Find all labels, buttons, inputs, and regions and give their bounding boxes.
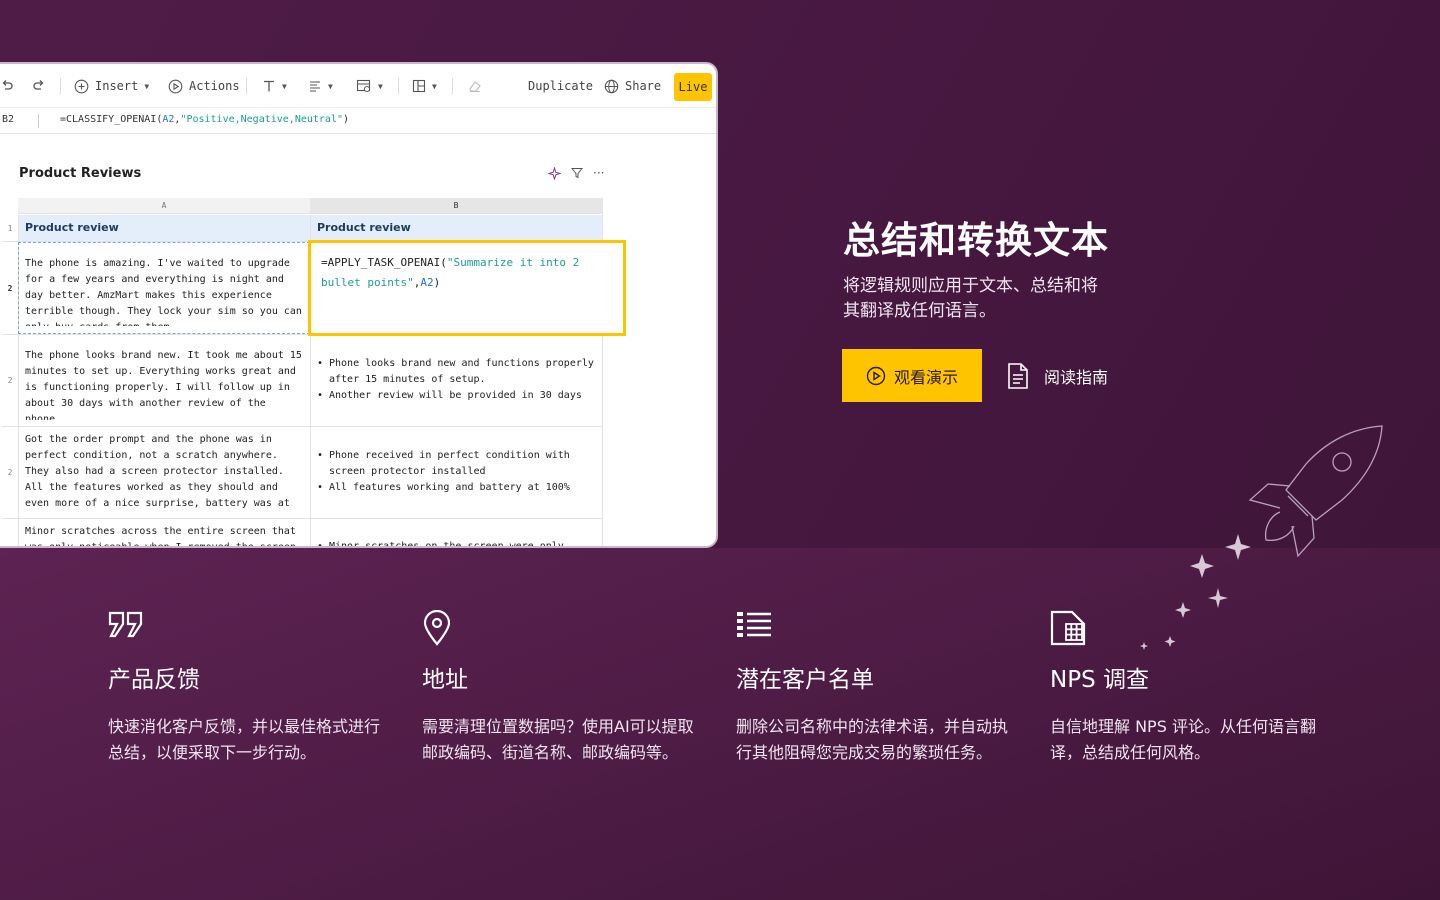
summary-list: Phone received in perfect condition with…: [317, 448, 595, 496]
feature-text: 快速消化客户反馈，并以最佳格式进行总结，以便采取下一步行动。: [108, 717, 381, 762]
play-circle-icon: [168, 79, 183, 93]
active-formula-cell[interactable]: =APPLY_TASK_OPENAI("Summarize it into 2 …: [308, 240, 626, 336]
row-number: 2: [7, 283, 13, 293]
header-cell-b[interactable]: Product review: [310, 215, 602, 241]
row-number: 1: [7, 223, 13, 233]
text-icon: [264, 80, 274, 92]
feature-text: 需要清理位置数据吗？使用AI可以提取邮政编码、街道名称、邮政编码等。: [422, 717, 694, 762]
more-options-icon[interactable]: ···: [593, 166, 604, 180]
align-button[interactable]: ▼: [308, 64, 333, 108]
table-style-icon: [356, 79, 371, 92]
duplicate-button[interactable]: Duplicate: [528, 64, 593, 108]
duplicate-label: Duplicate: [528, 79, 594, 93]
spreadsheet-app-window: Insert ▼ Actions ▼ ▼ ▼ ▼ Duplicate Share…: [0, 62, 718, 548]
list-item: Minor scratches on the screen were only …: [317, 539, 595, 546]
chevron-down-icon: ▼: [144, 81, 150, 91]
formula-text[interactable]: =CLASSIFY_OPENAI(A2,"Positive,Negative,N…: [60, 114, 349, 125]
feature-title: 潜在客户名单: [736, 667, 874, 693]
globe-icon: [604, 79, 619, 93]
sheet-title: Product Reviews: [19, 166, 142, 181]
undo-button[interactable]: [0, 64, 14, 108]
review-cell[interactable]: Got the order prompt and the phone was i…: [18, 432, 310, 514]
feature-address: 地址 需要清理位置数据吗？使用AI可以提取邮政编码、街道名称、邮政编码等。: [422, 609, 702, 766]
redo-button[interactable]: [32, 64, 46, 108]
feature-title: 产品反馈: [108, 667, 200, 693]
sparkle-ai-icon[interactable]: [548, 166, 561, 180]
list-item: Another review will be provided in 30 da…: [317, 388, 595, 404]
formula-bar[interactable]: B2 =CLASSIFY_OPENAI(A2,"Positive,Negativ…: [0, 108, 716, 134]
column-header-a[interactable]: A: [18, 198, 310, 214]
align-left-icon: [310, 81, 320, 92]
feature-leads-list: 潜在客户名单 删除公司名称中的法律术语，并自动执行其他阻碍您完成交易的繁琐任务。: [736, 610, 1016, 766]
toolbar-divider: [452, 78, 453, 94]
chevron-down-icon: ▼: [328, 81, 333, 91]
row-number: 2: [7, 467, 13, 477]
hero-subtitle: 将逻辑规则应用于文本、总结和将其翻译成任何语言。: [843, 276, 1098, 321]
document-icon: [1008, 363, 1028, 389]
toolbar-divider: [60, 78, 61, 94]
sheet-title-actions: ···: [548, 166, 604, 180]
read-guide-link[interactable]: 阅读指南: [1006, 361, 1108, 391]
feature-nps-survey: NPS 调查 自信地理解 NPS 评论。从任何语言翻译，总结成任何风格。: [1050, 610, 1330, 766]
review-cell[interactable]: The phone is amazing. I've waited to upg…: [18, 256, 310, 326]
insert-label: Insert: [95, 79, 139, 93]
redo-icon: [33, 80, 44, 90]
toolbar-divider: [398, 78, 399, 94]
conditional-format-button[interactable]: ▼: [356, 64, 383, 108]
feature-title: NPS 调查: [1050, 667, 1149, 693]
feature-title: 地址: [422, 667, 468, 693]
insert-button[interactable]: Insert ▼: [74, 64, 149, 108]
summary-list: Phone looks brand new and functions prop…: [317, 356, 595, 404]
list-item: All features working and battery at 100%: [317, 480, 595, 496]
summary-cell[interactable]: Phone looks brand new and functions prop…: [310, 356, 602, 416]
quote-icon: [108, 611, 143, 638]
review-cell[interactable]: Minor scratches across the entire screen…: [18, 524, 310, 546]
cell-reference: B2: [2, 114, 15, 125]
watch-demo-button[interactable]: 观看演示: [842, 349, 982, 402]
summary-cell[interactable]: Phone received in perfect condition with…: [310, 448, 602, 508]
live-button[interactable]: Live: [674, 73, 712, 101]
undo-icon: [2, 80, 13, 90]
row-number: 2: [7, 375, 13, 385]
watch-demo-label: 观看演示: [893, 367, 958, 387]
grid-line: [2, 426, 602, 427]
read-guide-label: 阅读指南: [1044, 368, 1109, 387]
list-icon: [737, 612, 771, 637]
list-item: Phone looks brand new and functions prop…: [317, 356, 595, 388]
actions-label: Actions: [189, 79, 240, 93]
text-format-button[interactable]: ▼: [262, 64, 287, 108]
review-cell[interactable]: The phone looks brand new. It took me ab…: [18, 348, 310, 420]
chevron-down-icon: ▼: [378, 81, 383, 91]
toolbar-divider: [246, 78, 247, 94]
summary-list: Minor scratches on the screen were only …: [317, 539, 595, 546]
layout-icon: [412, 79, 426, 93]
list-item: Phone received in perfect condition with…: [317, 448, 595, 480]
hero-title: 总结和转换文本: [843, 219, 1109, 262]
grid-line: [2, 518, 602, 519]
header-cell-a[interactable]: Product review: [18, 215, 310, 241]
toolbar: Insert ▼ Actions ▼ ▼ ▼ ▼ Duplicate Share…: [0, 64, 716, 108]
formula-divider: [38, 114, 39, 128]
plus-circle-icon: [74, 79, 89, 93]
chevron-down-icon: ▼: [282, 81, 287, 91]
play-circle-icon: [866, 366, 886, 385]
chevron-down-icon: ▼: [432, 81, 437, 91]
layout-button[interactable]: ▼: [412, 64, 437, 108]
feature-text: 自信地理解 NPS 评论。从任何语言翻译，总结成任何风格。: [1050, 717, 1316, 762]
eraser-icon: [469, 81, 481, 92]
feature-text: 删除公司名称中的法律术语，并自动执行其他阻碍您完成交易的繁琐任务。: [736, 717, 1009, 762]
location-pin-icon: [423, 609, 451, 646]
clear-format-button[interactable]: [468, 64, 482, 108]
filter-icon[interactable]: [571, 167, 583, 179]
share-label: Share: [625, 79, 662, 93]
actions-button[interactable]: Actions: [168, 64, 240, 108]
column-header-b[interactable]: B: [310, 198, 602, 214]
feature-product-feedback: 产品反馈 快速消化客户反馈，并以最佳格式进行总结，以便采取下一步行动。: [108, 610, 388, 766]
summary-cell[interactable]: Minor scratches on the screen were only …: [310, 539, 602, 546]
share-button[interactable]: Share: [604, 64, 661, 108]
grid-table-icon: [1050, 610, 1086, 646]
